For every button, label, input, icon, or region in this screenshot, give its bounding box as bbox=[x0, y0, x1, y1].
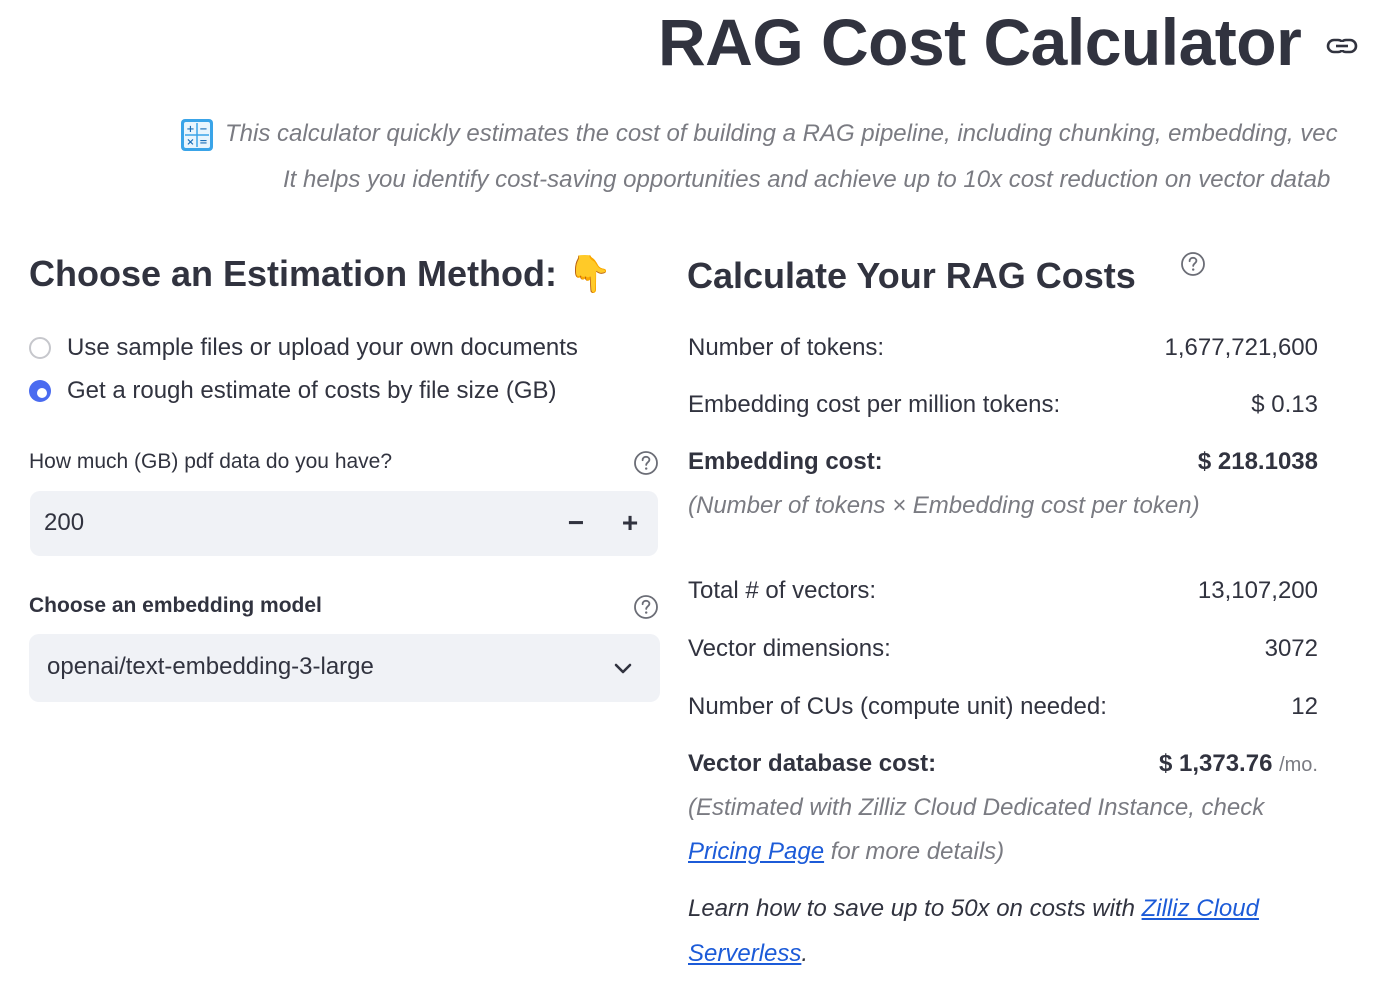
cus-value: 12 bbox=[1291, 693, 1318, 720]
embedding-cost-value: $ 218.1038 bbox=[1197, 448, 1318, 475]
embedding-cost-label: Embedding cost: bbox=[688, 448, 883, 475]
decrement-button[interactable]: − bbox=[558, 505, 594, 541]
vector-db-cost-value: $ 1,373.76 bbox=[1158, 750, 1273, 777]
radio-estimate-by-size[interactable]: Get a rough estimate of costs by file si… bbox=[29, 377, 557, 405]
learn-end: . bbox=[801, 940, 809, 967]
help-icon[interactable] bbox=[1180, 251, 1206, 277]
learn-line-2: Serverless. bbox=[688, 939, 808, 969]
radio-unchecked-icon[interactable] bbox=[29, 337, 51, 359]
dimensions-value: 3072 bbox=[1264, 635, 1318, 662]
pointing-down-icon: 👇 bbox=[567, 253, 612, 294]
data-size-value[interactable]: 200 bbox=[44, 509, 84, 537]
serverless-link[interactable]: Serverless bbox=[688, 940, 801, 967]
calculate-costs-heading: Calculate Your RAG Costs bbox=[687, 255, 1136, 296]
data-size-label: How much (GB) pdf data do you have? bbox=[29, 450, 393, 473]
vector-db-cost-value-group: $ 1,373.76 /mo. bbox=[1159, 749, 1318, 780]
note-rest: for more details) bbox=[824, 838, 1005, 865]
pricing-page-link[interactable]: Pricing Page bbox=[688, 838, 824, 865]
zilliz-cloud-link[interactable]: Zilliz Cloud bbox=[1142, 895, 1259, 922]
radio-checked-icon[interactable] bbox=[29, 380, 51, 402]
help-icon[interactable] bbox=[633, 594, 659, 620]
radio-upload-documents[interactable]: Use sample files or upload your own docu… bbox=[29, 334, 578, 362]
chevron-down-icon[interactable] bbox=[611, 656, 635, 680]
per-month-unit: /mo. bbox=[1279, 754, 1318, 776]
help-icon[interactable] bbox=[633, 450, 659, 476]
embedding-model-value: openai/text-embedding-3-large bbox=[47, 653, 374, 680]
embed-price-label: Embedding cost per million tokens: bbox=[688, 391, 1061, 418]
estimation-method-heading: Choose an Estimation Method: 👇 bbox=[29, 252, 612, 296]
dimensions-label: Vector dimensions: bbox=[688, 635, 891, 662]
learn-text: Learn how to save up to 50x on costs wit… bbox=[688, 895, 1142, 922]
tokens-value: 1,677,721,600 bbox=[1164, 334, 1318, 361]
vectors-label: Total # of vectors: bbox=[688, 577, 877, 604]
cus-label: Number of CUs (compute unit) needed: bbox=[688, 693, 1107, 720]
intro-line-1: This calculator quickly estimates the co… bbox=[225, 120, 1338, 147]
data-size-input[interactable]: 200 − + bbox=[30, 491, 658, 556]
learn-line-1: Learn how to save up to 50x on costs wit… bbox=[688, 894, 1259, 924]
vector-db-cost-label: Vector database cost: bbox=[688, 750, 937, 777]
embedding-cost-note: (Number of tokens × Embedding cost per t… bbox=[688, 492, 1200, 519]
increment-button[interactable]: + bbox=[612, 505, 648, 541]
embedding-model-select[interactable]: openai/text-embedding-3-large bbox=[29, 634, 660, 702]
vectors-value: 13,107,200 bbox=[1197, 577, 1318, 604]
estimation-method-heading-text: Choose an Estimation Method: bbox=[29, 253, 558, 294]
radio-label: Use sample files or upload your own docu… bbox=[67, 334, 578, 361]
intro-line-2: It helps you identify cost-saving opport… bbox=[283, 166, 1331, 193]
vector-db-note-line-1: (Estimated with Zilliz Cloud Dedicated I… bbox=[688, 794, 1265, 821]
embed-price-value: $ 0.13 bbox=[1251, 391, 1318, 418]
link-icon[interactable] bbox=[1325, 32, 1359, 60]
page-title: RAG Cost Calculator bbox=[658, 5, 1302, 79]
embedding-model-label: Choose an embedding model bbox=[29, 594, 322, 617]
vector-db-note-line-2: Pricing Page for more details) bbox=[688, 837, 1004, 867]
tokens-label: Number of tokens: bbox=[688, 334, 885, 361]
app-page: RAG Cost Calculator + − × = This calcula… bbox=[0, 0, 1388, 990]
radio-label: Get a rough estimate of costs by file si… bbox=[67, 377, 557, 404]
